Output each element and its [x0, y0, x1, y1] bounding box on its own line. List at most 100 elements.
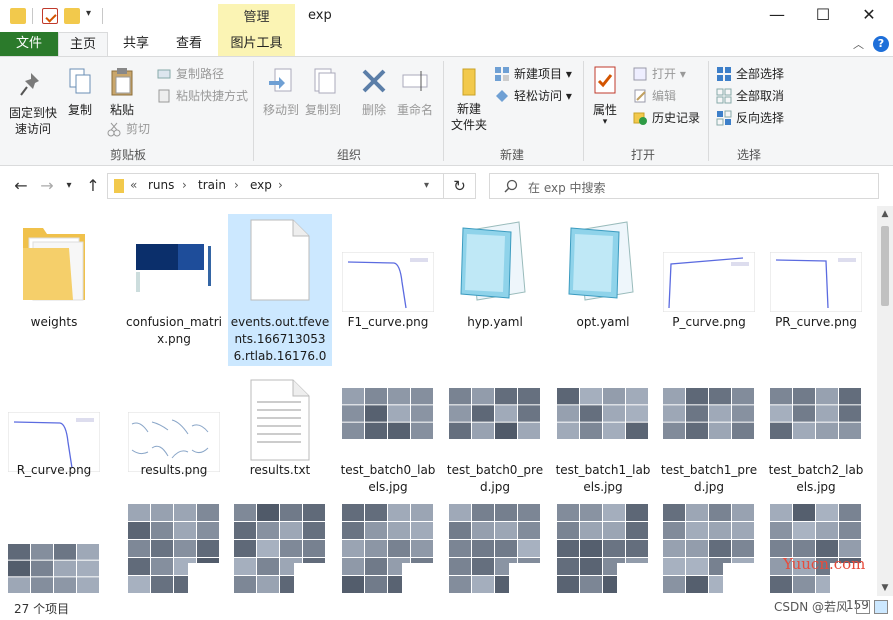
file-item[interactable] — [443, 504, 547, 596]
mosaic-tile — [663, 405, 685, 422]
customize-toolbar-icon[interactable]: ▾ — [86, 8, 91, 19]
mosaic-tile — [686, 522, 708, 539]
up-arrow-icon[interactable]: ↑ — [82, 176, 104, 195]
folder-item[interactable]: weights — [2, 214, 106, 344]
scrollbar-thumb[interactable] — [881, 226, 889, 306]
file-item[interactable]: R_curve.png — [2, 374, 106, 504]
file-item[interactable] — [657, 504, 761, 596]
rename-icon — [399, 65, 431, 97]
file-item[interactable]: results.txt — [228, 374, 332, 504]
file-item[interactable]: test_batch1_pred.jpg — [657, 374, 761, 504]
breadcrumb-chevron-icon[interactable]: › — [182, 178, 187, 192]
file-item[interactable]: test_batch0_pred.jpg — [443, 374, 547, 504]
file-item[interactable]: events.out.tfevents.1667130536.rtlab.161… — [228, 214, 332, 366]
select-all-button[interactable]: 全部选择 — [714, 64, 784, 84]
file-item[interactable] — [228, 504, 332, 596]
mosaic-tile — [663, 388, 685, 405]
pin-quick-access-button[interactable]: 固定到快 速访问 — [6, 69, 60, 137]
breadcrumb-runs[interactable]: runs — [148, 178, 174, 192]
file-item[interactable] — [764, 504, 868, 596]
copy-path-button[interactable]: 复制路径 — [154, 64, 224, 84]
folder-icon[interactable] — [10, 8, 26, 24]
easy-access-button[interactable]: 轻松访问 ▾ — [492, 86, 572, 106]
details-view-icon[interactable] — [856, 600, 870, 614]
invert-selection-button[interactable]: 反向选择 — [714, 108, 784, 128]
search-input[interactable]: 在 exp 中搜索 — [489, 173, 879, 199]
cut-button[interactable]: 剪切 — [104, 119, 150, 139]
file-item[interactable]: PR_curve.png — [764, 214, 868, 344]
recent-locations-chevron-icon[interactable]: ▾ — [58, 180, 80, 191]
file-item[interactable]: hyp.yaml — [443, 214, 547, 344]
file-item[interactable]: test_batch2_labels.jpg — [764, 374, 868, 504]
large-icons-view-icon[interactable] — [874, 600, 888, 614]
address-dropdown-icon[interactable]: ▾ — [424, 180, 429, 191]
file-item[interactable]: P_curve.png — [657, 214, 761, 344]
file-item[interactable] — [551, 504, 655, 596]
address-bar[interactable]: « runs › train › exp › ▾ — [107, 173, 444, 199]
select-none-button[interactable]: 全部取消 — [714, 86, 784, 106]
forward-arrow-icon[interactable]: → — [36, 176, 58, 195]
file-item[interactable]: opt.yaml — [551, 214, 655, 344]
vertical-scrollbar[interactable]: ▲ ▼ — [877, 206, 893, 596]
properties-dropdown-icon[interactable]: ▾ — [588, 118, 622, 127]
paste-button[interactable]: 粘贴 — [103, 65, 141, 118]
context-tab-manage[interactable]: 管理 — [218, 4, 295, 32]
file-item[interactable]: test_batch1_labels.jpg — [551, 374, 655, 504]
file-item[interactable]: confusion_matrix.png — [122, 214, 226, 346]
properties-icon[interactable] — [42, 8, 58, 24]
copy-to-button[interactable]: 复制到 — [302, 65, 344, 118]
breadcrumb-chevron-icon[interactable]: › — [234, 178, 239, 192]
back-arrow-icon[interactable]: ← — [10, 176, 32, 195]
open-button[interactable]: 打开 ▾ — [630, 64, 686, 84]
tab-file[interactable]: 文件 — [0, 32, 58, 56]
close-button[interactable]: ✕ — [846, 0, 892, 30]
refresh-icon[interactable]: ↻ — [444, 173, 476, 199]
new-item-button[interactable]: 新建项目 ▾ — [492, 64, 572, 84]
history-button[interactable]: 历史记录 — [630, 108, 700, 128]
file-item[interactable] — [2, 504, 106, 596]
file-item[interactable]: results.png — [122, 374, 226, 504]
tab-view[interactable]: 查看 — [164, 32, 214, 56]
mosaic-tile — [128, 558, 150, 575]
breadcrumb-train[interactable]: train — [198, 178, 226, 192]
select-all-icon — [716, 66, 732, 82]
breadcrumb-chevron-icon[interactable]: › — [278, 178, 283, 192]
file-name: F1_curve.png — [347, 315, 429, 329]
maximize-button[interactable]: ☐ — [800, 0, 846, 30]
new-folder-button[interactable]: 新建 文件夹 — [448, 65, 490, 133]
collapse-ribbon-icon[interactable]: ︿ — [853, 36, 864, 52]
mosaic-tile — [518, 522, 540, 539]
properties-button[interactable]: 属性 ▾ — [588, 65, 622, 127]
move-to-button[interactable]: 移动到 — [260, 65, 302, 118]
file-view[interactable]: weights confusion_matrix.png events.out.tf… — [0, 206, 877, 596]
scroll-down-icon[interactable]: ▼ — [877, 580, 893, 596]
new-folder-icon[interactable] — [64, 8, 80, 24]
tab-share[interactable]: 共享 — [110, 32, 162, 56]
mosaic-tile — [580, 388, 602, 405]
delete-button[interactable]: 删除 — [354, 65, 394, 118]
rename-button[interactable]: 重命名 — [394, 65, 436, 118]
mosaic-tile — [342, 576, 364, 593]
tab-home[interactable]: 主页 — [58, 32, 108, 56]
edit-button[interactable]: 编辑 — [630, 86, 676, 106]
tab-picture-tools[interactable]: 图片工具 — [218, 32, 295, 56]
file-item[interactable] — [336, 504, 440, 596]
file-item[interactable]: test_batch0_labels.jpg — [336, 374, 440, 504]
item-count: 27 个项目 — [14, 602, 70, 616]
breadcrumb-exp[interactable]: exp — [250, 178, 272, 192]
file-name: results.png — [140, 463, 208, 477]
file-item[interactable]: F1_curve.png — [336, 214, 440, 344]
mosaic-tile — [197, 540, 219, 557]
minimize-button[interactable]: — — [754, 0, 800, 30]
title-bar: ▾ 管理 exp — ☐ ✕ — [0, 0, 893, 32]
paste-shortcut-button[interactable]: 粘贴快捷方式 — [154, 86, 248, 106]
select-group-label: 选择 — [736, 148, 761, 162]
edit-icon — [632, 88, 648, 104]
help-icon[interactable]: ? — [873, 36, 889, 52]
mosaic-tile — [626, 504, 648, 521]
mosaic-tile — [388, 540, 410, 557]
scroll-up-icon[interactable]: ▲ — [877, 206, 893, 222]
copy-button[interactable]: 复制 — [63, 65, 97, 118]
breadcrumb-overflow[interactable]: « — [130, 178, 137, 192]
file-item[interactable] — [122, 504, 226, 596]
